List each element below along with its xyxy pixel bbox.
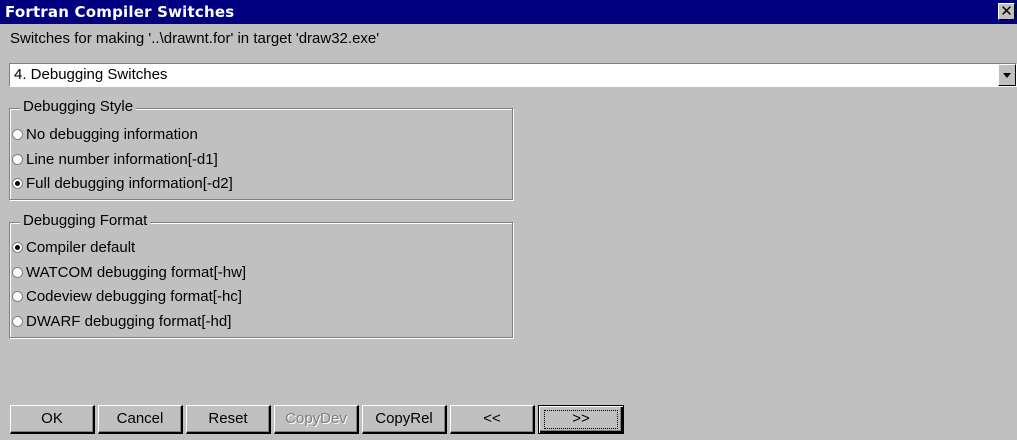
radio-full-debug-info[interactable]: Full debugging information[-d2]: [12, 175, 233, 195]
switch-category-dropdown[interactable]: 4. Debugging Switches: [9, 63, 1017, 87]
radio-codeview-format[interactable]: Codeview debugging format[-hc]: [12, 288, 242, 308]
window-title: Fortran Compiler Switches: [5, 3, 235, 21]
radio-icon: [12, 290, 23, 302]
radio-watcom-format[interactable]: WATCOM debugging format[-hw]: [12, 264, 246, 284]
radio-icon: [12, 153, 23, 165]
radio-no-debug-info[interactable]: No debugging information: [12, 126, 198, 146]
cancel-button[interactable]: Cancel: [98, 405, 183, 434]
title-bar: Fortran Compiler Switches ✕: [0, 0, 1017, 24]
debugging-style-group: Debugging Style No debugging information…: [9, 98, 513, 200]
dropdown-arrow-icon[interactable]: [998, 64, 1016, 86]
next-page-button[interactable]: >>: [538, 405, 624, 434]
copyrel-button[interactable]: CopyRel: [362, 405, 447, 434]
radio-dwarf-format[interactable]: DWARF debugging format[-hd]: [12, 313, 231, 333]
radio-line-number-info[interactable]: Line number information[-d1]: [12, 151, 218, 171]
ok-button[interactable]: OK: [10, 405, 95, 434]
reset-button[interactable]: Reset: [186, 405, 271, 434]
radio-checked-icon: [12, 177, 23, 189]
debugging-format-group: Debugging Format Compiler default WATCOM…: [9, 212, 513, 338]
switch-category-value: 4. Debugging Switches: [14, 66, 168, 83]
radio-compiler-default[interactable]: Compiler default: [12, 239, 135, 259]
switches-target-text: Switches for making '..\drawnt.for' in t…: [10, 30, 380, 47]
copydev-button[interactable]: CopyDev: [274, 405, 359, 434]
previous-page-button[interactable]: <<: [450, 405, 535, 434]
radio-icon: [12, 128, 23, 140]
radio-icon: [12, 266, 23, 278]
debugging-style-label: Debugging Style: [20, 98, 137, 115]
focus-ring: [544, 410, 618, 429]
close-icon[interactable]: ✕: [998, 3, 1015, 20]
debugging-format-label: Debugging Format: [20, 212, 151, 229]
radio-checked-icon: [12, 241, 23, 253]
radio-icon: [12, 315, 23, 327]
